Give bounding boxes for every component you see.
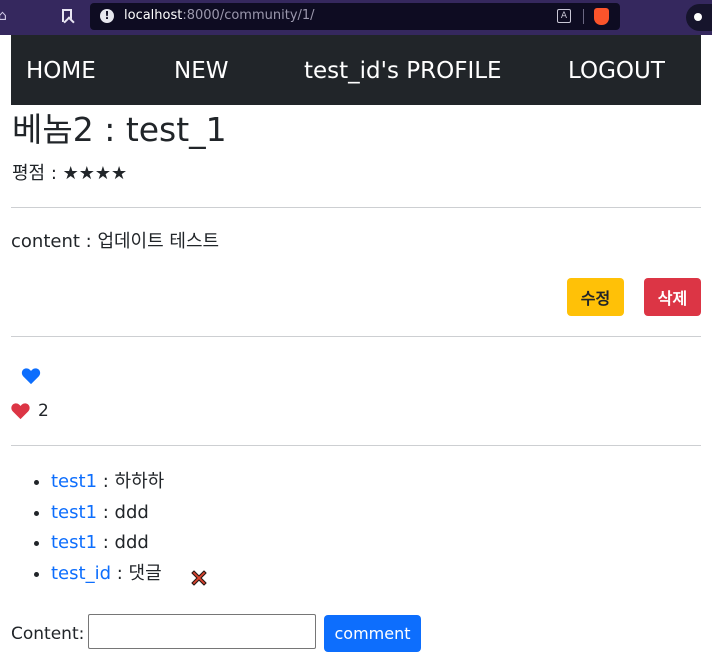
comment-author-link[interactable]: test_id [51,563,111,584]
comment-submit-button[interactable]: comment [324,615,421,652]
comment-separator: : [97,532,115,553]
comment-content-input[interactable] [88,614,316,649]
address-bar[interactable]: ! localhost:8000/community/1/ A [90,3,620,30]
url-host: localhost [124,8,183,23]
like-count: 2 [38,401,49,421]
divider [11,336,701,337]
divider [11,207,701,208]
rating-stars: ★★★★ [62,163,128,184]
comment-text: ddd [114,532,149,553]
url-path: :8000/community/1/ [182,8,315,23]
comment-author-link[interactable]: test1 [51,532,97,553]
heart-icon [11,403,30,420]
translate-icon[interactable]: A [557,9,571,23]
comment-item: test1 : ddd [51,530,351,561]
divider [583,9,584,24]
address-url[interactable]: localhost:8000/community/1/ [124,8,315,23]
comment-separator: : [97,471,115,492]
delete-button[interactable]: 삭제 [644,278,701,316]
extensions-pill[interactable] [686,4,712,31]
comment-text: ddd [114,501,149,523]
divider [11,445,701,446]
comment-item: test1 : 하하하 [51,469,351,500]
profile-dot-icon [694,13,702,21]
nav-new-link[interactable]: NEW [174,57,228,85]
comment-author-link[interactable]: test1 [51,471,97,492]
navbar: HOME NEW test_id's PROFILE LOGOUT [11,35,701,105]
comment-text: 하하하 [114,471,165,492]
home-icon[interactable]: ⌂ [0,8,7,24]
review-content: content : 업데이트 테스트 [11,229,219,255]
rating: 평점 : ★★★★ [12,161,127,187]
delete-comment-icon[interactable] [189,568,209,588]
comment-content-label: Content: [11,624,85,644]
browser-toolbar: ⌂ ! localhost:8000/community/1/ A [0,0,712,35]
comment-author-link[interactable]: test1 [51,502,97,523]
nav-home-link[interactable]: HOME [26,57,96,85]
site-info-icon[interactable]: ! [100,9,114,23]
rating-label: 평점 : [12,163,63,184]
content-label: content : [11,231,98,252]
comment-item: test_id : 댓글 [51,561,351,592]
comment-text: 댓글 [128,562,162,584]
review-title: 베놈2 : test_1 [12,110,227,149]
comment-list: test1 : 하하하 test1 : ddd test1 : ddd test… [31,469,351,591]
edit-button[interactable]: 수정 [567,278,624,316]
nav-profile-link[interactable]: test_id's PROFILE [304,57,502,85]
content-text: 업데이트 테스트 [97,231,220,252]
like-heart-icon[interactable] [21,366,41,386]
comment-separator: : [97,501,115,523]
comment-separator: : [111,562,129,584]
bookmark-icon[interactable] [62,9,72,22]
brave-shield-icon[interactable] [594,8,609,25]
comment-item: test1 : ddd [51,500,351,531]
nav-logout-link[interactable]: LOGOUT [568,57,665,85]
